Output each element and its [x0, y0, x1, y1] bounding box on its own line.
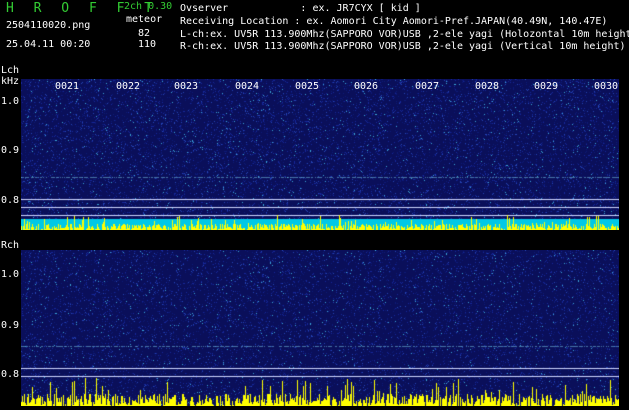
- rch-ytick-3: 0.8: [1, 369, 20, 380]
- lch-spectrogram-canvas: [21, 79, 619, 230]
- time-label-0022: 0022: [116, 81, 141, 92]
- rch-spectrogram: [21, 250, 619, 406]
- rch-ytick-2: 0.9: [1, 320, 20, 331]
- time-label-0023: 0023: [174, 81, 199, 92]
- rch-count: 110: [138, 39, 157, 50]
- lch-info: L-ch:ex. UV5R 113.900Mhz(SAPPORO VOR)USB…: [180, 29, 629, 40]
- location-info: Receiving Location : ex. Aomori City Aom…: [180, 16, 608, 27]
- observer-info: Ovserver : ex. JR7CYX [ kid ]: [180, 3, 421, 14]
- lch-count: 82: [138, 28, 151, 39]
- time-label-0024: 0024: [235, 81, 260, 92]
- lch-unit: kHz: [1, 76, 20, 87]
- rch-spectrogram-canvas: [21, 250, 619, 406]
- mode-label: 2ch 0.30: [124, 1, 173, 12]
- lch-ytick-1: 1.0: [1, 96, 20, 107]
- lch-label: Lch: [1, 65, 20, 76]
- rch-label: Rch: [1, 240, 20, 251]
- lch-ytick-3: 0.8: [1, 195, 20, 206]
- lch-spectrogram: 0021 0022 0023 0024 0025 0026 0027 0028 …: [21, 79, 619, 230]
- time-label-0030: 0030: [594, 81, 619, 92]
- rch-ytick-1: 1.0: [1, 269, 20, 280]
- timestamp: 25.04.11 00:20: [6, 39, 91, 50]
- time-label-0028: 0028: [475, 81, 500, 92]
- lch-ytick-2: 0.9: [1, 145, 20, 156]
- time-label-0025: 0025: [295, 81, 320, 92]
- time-label-0027: 0027: [415, 81, 440, 92]
- meteor-label: meteor: [126, 14, 163, 25]
- filename: 2504110020.png: [6, 20, 91, 31]
- time-label-0026: 0026: [354, 81, 379, 92]
- time-label-0021: 0021: [55, 81, 80, 92]
- rch-info: R-ch:ex. UV5R 113.900Mhz(SAPPORO VOR)USB…: [180, 41, 626, 52]
- time-label-0029: 0029: [534, 81, 559, 92]
